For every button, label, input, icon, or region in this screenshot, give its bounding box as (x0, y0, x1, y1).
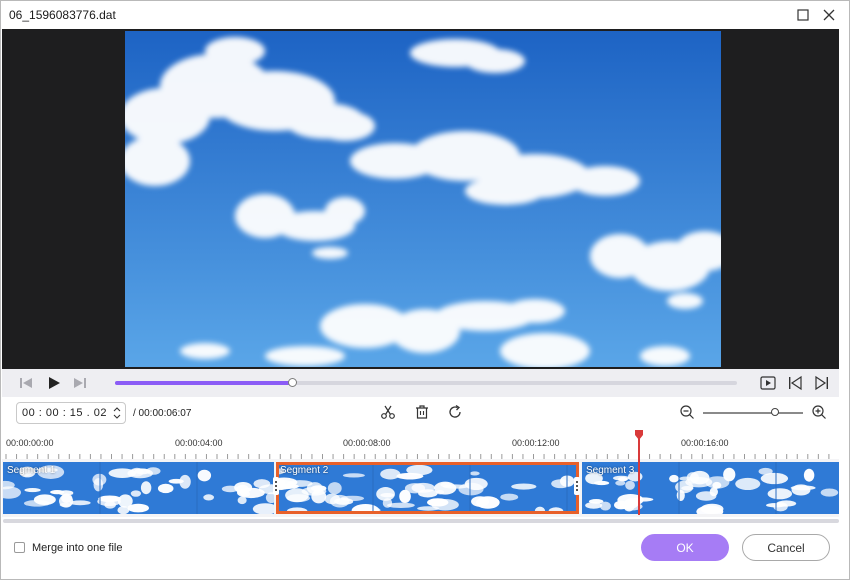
timeline-track: Segment 1 Segment 2 Segment 3 (2, 459, 839, 517)
total-time: / 00:00:06:07 (133, 408, 192, 419)
zoom-in-icon[interactable] (811, 404, 827, 420)
ruler-label-2: 00:00:08:00 (343, 438, 391, 448)
video-preview-area (2, 29, 839, 369)
step-forward-icon[interactable] (72, 375, 88, 391)
mark-in-icon[interactable] (787, 375, 803, 391)
ruler-label-3: 00:00:12:00 (512, 438, 560, 448)
ruler-label-4: 00:00:16:00 (681, 438, 729, 448)
edit-toolbar: 00 : 00 : 15 . 02 / 00:00:06:07 (2, 397, 839, 429)
segment-2-left-handle[interactable] (273, 477, 279, 495)
reset-icon[interactable] (447, 404, 463, 420)
cancel-button[interactable]: Cancel (742, 534, 830, 561)
merge-label[interactable]: Merge into one file (32, 542, 123, 554)
timeline-scrollbar[interactable] (3, 519, 839, 523)
segment-1[interactable]: Segment 1 (3, 462, 274, 514)
split-dialog: 06_1596083776.dat 00: 00: 15 . 02 / 00… (0, 0, 850, 580)
zoom-out-icon[interactable] (679, 404, 695, 420)
segment-2-right-handle[interactable] (574, 477, 580, 495)
ruler-label-1: 00:00:04:00 (175, 438, 223, 448)
segment-label: Segment 3 (586, 465, 635, 476)
current-time-input[interactable]: 00 : 00 : 15 . 02 (16, 402, 126, 424)
zoom-knob[interactable] (771, 408, 779, 416)
step-backward-icon[interactable] (18, 375, 34, 391)
play-preview-icon[interactable] (760, 375, 776, 391)
segment-label: Segment 2 (280, 465, 329, 476)
play-icon[interactable] (46, 375, 62, 391)
video-frame (125, 31, 721, 367)
maximize-icon[interactable] (793, 5, 813, 25)
current-time-value: 00 : 00 : 15 . 02 (22, 407, 107, 419)
merge-checkbox[interactable] (14, 542, 25, 553)
title-bar: 06_1596083776.dat (1, 1, 849, 29)
zoom-slider[interactable] (703, 412, 803, 414)
window-title: 06_1596083776.dat (9, 8, 116, 22)
scissors-icon[interactable] (380, 404, 396, 420)
progress-knob[interactable] (288, 378, 298, 387)
close-icon[interactable] (819, 5, 839, 25)
segment-label: Segment 1 (7, 465, 56, 476)
segment-2[interactable]: Segment 2 (276, 462, 579, 514)
ok-button[interactable]: OK (641, 534, 729, 561)
playhead-line (638, 437, 640, 515)
progress-slider[interactable] (115, 378, 737, 387)
playback-bar (2, 369, 839, 397)
segment-3[interactable]: Segment 3 (582, 462, 839, 514)
delete-icon[interactable] (414, 404, 430, 420)
ruler-label-0: 00:00:00:00 (6, 438, 54, 448)
playhead-marker-icon[interactable] (634, 430, 644, 440)
dialog-footer: Merge into one file OK Cancel (1, 525, 849, 579)
time-spinner-icon[interactable] (113, 406, 121, 420)
progress-fill (115, 381, 293, 385)
mark-out-icon[interactable] (814, 375, 830, 391)
timeline-ruler[interactable]: 00:00:00:00 00:00:04:00 00:00:08:00 00:0… (2, 429, 839, 459)
